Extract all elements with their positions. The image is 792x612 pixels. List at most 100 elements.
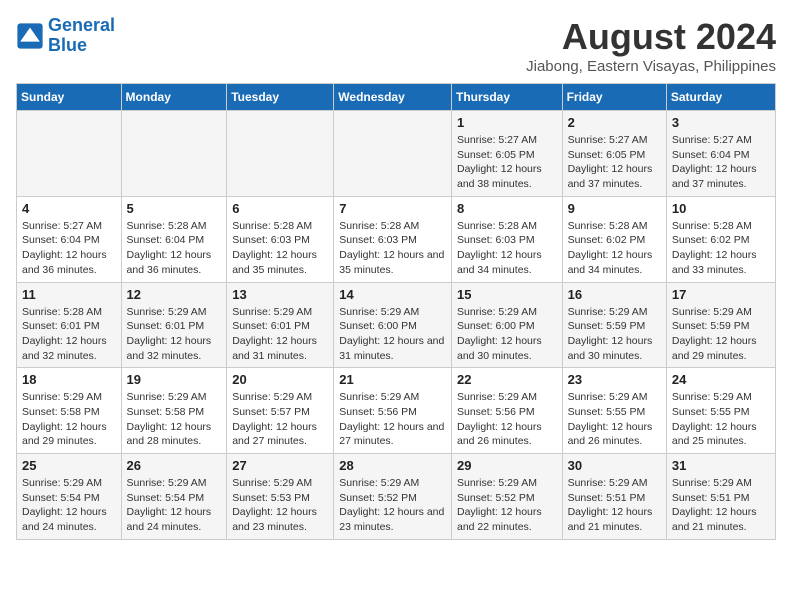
calendar-cell: 27 Sunrise: 5:29 AM Sunset: 5:53 PM Dayli… [227,454,334,540]
day-info: Sunrise: 5:29 AM Sunset: 6:01 PM Dayligh… [232,305,328,364]
main-title: August 2024 [526,16,776,58]
day-number: 17 [672,287,770,302]
column-header-friday: Friday [562,84,666,111]
calendar-cell: 20 Sunrise: 5:29 AM Sunset: 5:57 PM Dayli… [227,368,334,454]
day-info: Sunrise: 5:29 AM Sunset: 5:57 PM Dayligh… [232,390,328,449]
day-info: Sunrise: 5:29 AM Sunset: 5:51 PM Dayligh… [672,476,770,535]
day-info: Sunrise: 5:29 AM Sunset: 5:52 PM Dayligh… [339,476,446,535]
calendar-table: SundayMondayTuesdayWednesdayThursdayFrid… [16,83,776,540]
day-number: 26 [127,458,222,473]
header: General Blue August 2024 Jiabong, Easter… [16,16,776,75]
calendar-cell: 16 Sunrise: 5:29 AM Sunset: 5:59 PM Dayli… [562,282,666,368]
day-info: Sunrise: 5:29 AM Sunset: 5:55 PM Dayligh… [672,390,770,449]
logo-icon [16,22,44,50]
subtitle: Jiabong, Eastern Visayas, Philippines [526,58,776,75]
calendar-cell: 29 Sunrise: 5:29 AM Sunset: 5:52 PM Dayli… [451,454,562,540]
day-info: Sunrise: 5:29 AM Sunset: 5:54 PM Dayligh… [127,476,222,535]
column-header-sunday: Sunday [17,84,122,111]
day-info: Sunrise: 5:28 AM Sunset: 6:04 PM Dayligh… [127,219,222,278]
calendar-cell: 28 Sunrise: 5:29 AM Sunset: 5:52 PM Dayli… [334,454,452,540]
day-info: Sunrise: 5:27 AM Sunset: 6:05 PM Dayligh… [568,133,661,192]
calendar-cell: 31 Sunrise: 5:29 AM Sunset: 5:51 PM Dayli… [666,454,775,540]
title-area: August 2024 Jiabong, Eastern Visayas, Ph… [526,16,776,75]
day-number: 27 [232,458,328,473]
calendar-cell: 11 Sunrise: 5:28 AM Sunset: 6:01 PM Dayli… [17,282,122,368]
calendar-cell: 1Sunrise: 5:27 AM Sunset: 6:05 PM Daylig… [451,111,562,197]
calendar-cell: 7 Sunrise: 5:28 AM Sunset: 6:03 PM Daylig… [334,196,452,282]
day-number: 16 [568,287,661,302]
day-info: Sunrise: 5:27 AM Sunset: 6:04 PM Dayligh… [672,133,770,192]
day-number: 7 [339,201,446,216]
calendar-cell: 26 Sunrise: 5:29 AM Sunset: 5:54 PM Dayli… [121,454,227,540]
calendar-cell: 9 Sunrise: 5:28 AM Sunset: 6:02 PM Daylig… [562,196,666,282]
calendar-cell: 13 Sunrise: 5:29 AM Sunset: 6:01 PM Dayli… [227,282,334,368]
day-number: 8 [457,201,557,216]
column-header-tuesday: Tuesday [227,84,334,111]
day-number: 11 [22,287,116,302]
day-info: Sunrise: 5:29 AM Sunset: 6:00 PM Dayligh… [457,305,557,364]
day-number: 6 [232,201,328,216]
day-number: 20 [232,372,328,387]
day-number: 29 [457,458,557,473]
day-info: Sunrise: 5:29 AM Sunset: 5:54 PM Dayligh… [22,476,116,535]
day-number: 22 [457,372,557,387]
day-info: Sunrise: 5:27 AM Sunset: 6:05 PM Dayligh… [457,133,557,192]
day-number: 31 [672,458,770,473]
calendar-cell: 25Sunrise: 5:29 AM Sunset: 5:54 PM Dayli… [17,454,122,540]
day-info: Sunrise: 5:29 AM Sunset: 5:59 PM Dayligh… [672,305,770,364]
day-number: 28 [339,458,446,473]
day-number: 13 [232,287,328,302]
calendar-cell: 5 Sunrise: 5:28 AM Sunset: 6:04 PM Daylig… [121,196,227,282]
day-info: Sunrise: 5:29 AM Sunset: 5:55 PM Dayligh… [568,390,661,449]
calendar-cell: 4 Sunrise: 5:27 AM Sunset: 6:04 PM Daylig… [17,196,122,282]
day-number: 23 [568,372,661,387]
day-number: 21 [339,372,446,387]
day-number: 14 [339,287,446,302]
day-number: 15 [457,287,557,302]
calendar-cell [17,111,122,197]
calendar-cell [227,111,334,197]
day-number: 12 [127,287,222,302]
calendar-cell: 22 Sunrise: 5:29 AM Sunset: 5:56 PM Dayli… [451,368,562,454]
day-info: Sunrise: 5:29 AM Sunset: 5:52 PM Dayligh… [457,476,557,535]
day-number: 19 [127,372,222,387]
day-info: Sunrise: 5:29 AM Sunset: 5:53 PM Dayligh… [232,476,328,535]
day-number: 4 [22,201,116,216]
logo-text: General Blue [48,16,115,56]
day-info: Sunrise: 5:29 AM Sunset: 6:00 PM Dayligh… [339,305,446,364]
calendar-cell: 15 Sunrise: 5:29 AM Sunset: 6:00 PM Dayli… [451,282,562,368]
day-info: Sunrise: 5:27 AM Sunset: 6:04 PM Dayligh… [22,219,116,278]
column-header-monday: Monday [121,84,227,111]
day-info: Sunrise: 5:29 AM Sunset: 5:56 PM Dayligh… [339,390,446,449]
day-info: Sunrise: 5:28 AM Sunset: 6:01 PM Dayligh… [22,305,116,364]
day-number: 10 [672,201,770,216]
calendar-cell: 24 Sunrise: 5:29 AM Sunset: 5:55 PM Dayli… [666,368,775,454]
day-info: Sunrise: 5:29 AM Sunset: 5:59 PM Dayligh… [568,305,661,364]
calendar-cell: 2 Sunrise: 5:27 AM Sunset: 6:05 PM Daylig… [562,111,666,197]
day-number: 9 [568,201,661,216]
day-number: 2 [568,115,661,130]
calendar-cell: 18Sunrise: 5:29 AM Sunset: 5:58 PM Dayli… [17,368,122,454]
day-info: Sunrise: 5:28 AM Sunset: 6:03 PM Dayligh… [339,219,446,278]
calendar-cell: 17 Sunrise: 5:29 AM Sunset: 5:59 PM Dayli… [666,282,775,368]
calendar-cell: 3Sunrise: 5:27 AM Sunset: 6:04 PM Daylig… [666,111,775,197]
calendar-cell: 6 Sunrise: 5:28 AM Sunset: 6:03 PM Daylig… [227,196,334,282]
calendar-cell [121,111,227,197]
day-info: Sunrise: 5:28 AM Sunset: 6:03 PM Dayligh… [232,219,328,278]
calendar-cell: 21 Sunrise: 5:29 AM Sunset: 5:56 PM Dayli… [334,368,452,454]
day-info: Sunrise: 5:29 AM Sunset: 5:56 PM Dayligh… [457,390,557,449]
day-number: 5 [127,201,222,216]
day-number: 30 [568,458,661,473]
day-number: 24 [672,372,770,387]
day-info: Sunrise: 5:28 AM Sunset: 6:02 PM Dayligh… [568,219,661,278]
day-info: Sunrise: 5:29 AM Sunset: 6:01 PM Dayligh… [127,305,222,364]
calendar-cell: 14 Sunrise: 5:29 AM Sunset: 6:00 PM Dayli… [334,282,452,368]
calendar-cell: 19Sunrise: 5:29 AM Sunset: 5:58 PM Dayli… [121,368,227,454]
day-info: Sunrise: 5:29 AM Sunset: 5:51 PM Dayligh… [568,476,661,535]
column-header-thursday: Thursday [451,84,562,111]
calendar-cell: 30 Sunrise: 5:29 AM Sunset: 5:51 PM Dayli… [562,454,666,540]
day-number: 18 [22,372,116,387]
logo: General Blue [16,16,115,56]
day-info: Sunrise: 5:28 AM Sunset: 6:02 PM Dayligh… [672,219,770,278]
calendar-cell: 8Sunrise: 5:28 AM Sunset: 6:03 PM Daylig… [451,196,562,282]
